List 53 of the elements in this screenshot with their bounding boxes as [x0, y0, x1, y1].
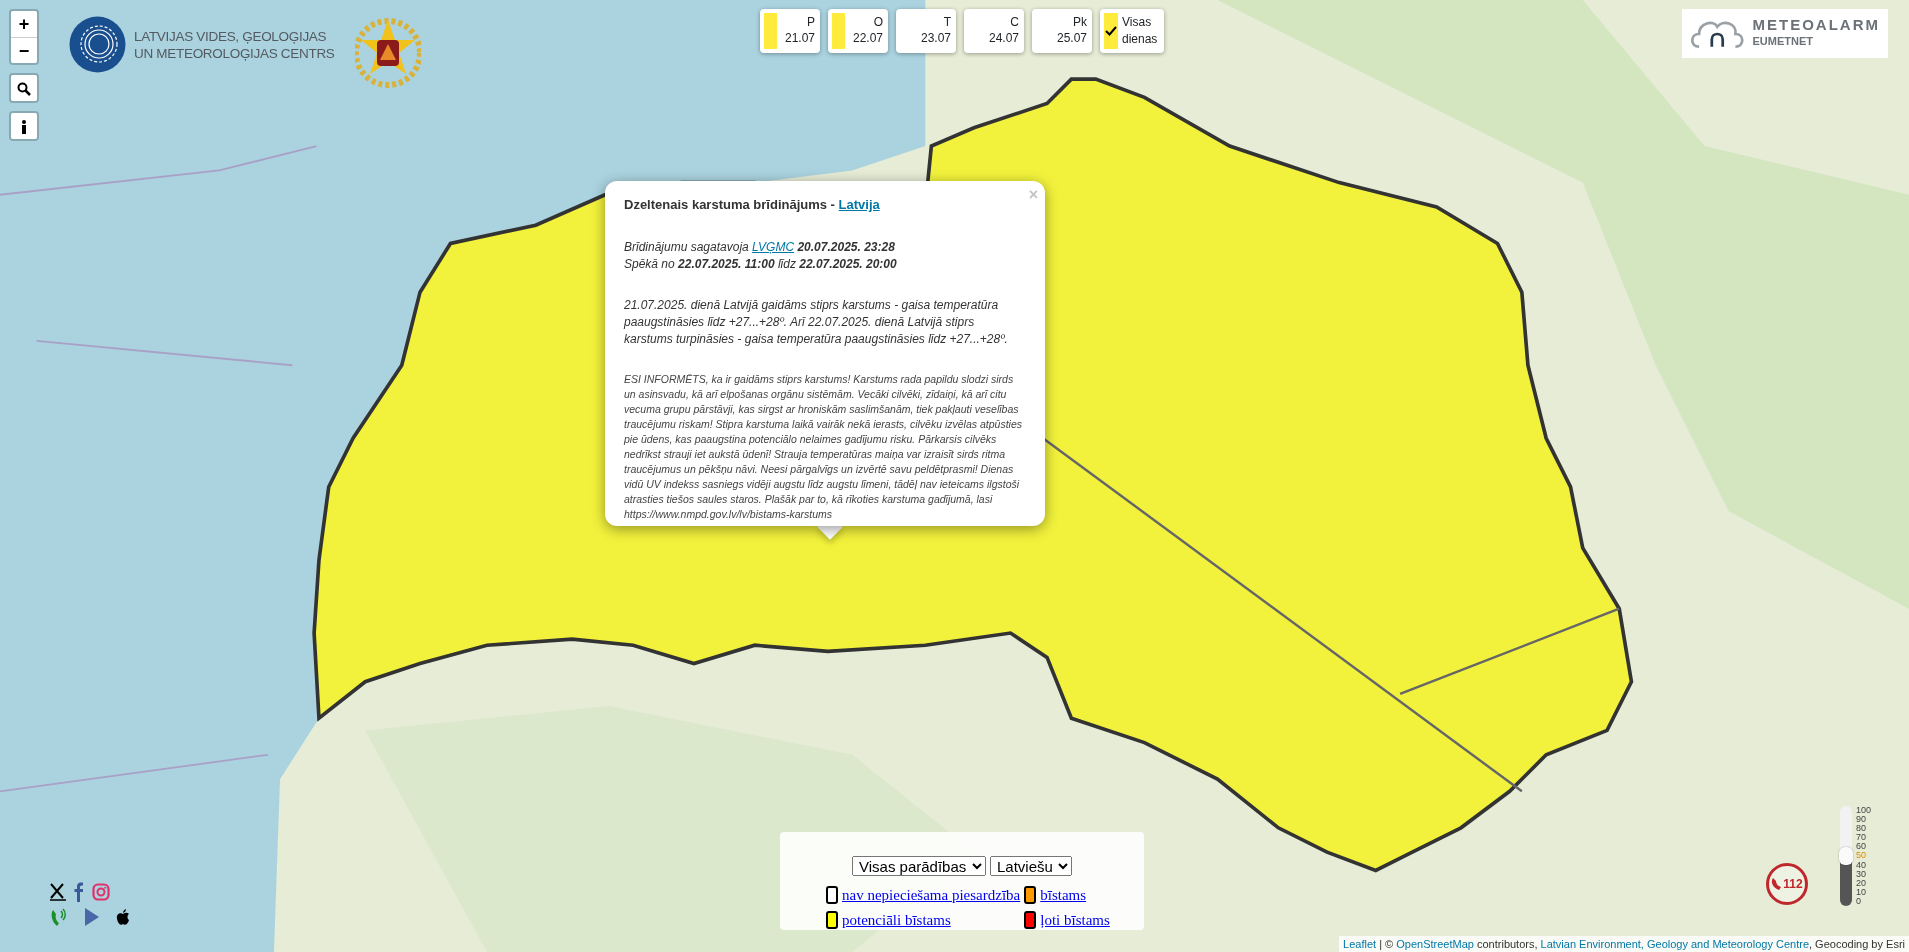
- description-text: 21.07.2025. dienā Latvijā gaidāms stiprs karstums - gaisa temperatūra paaugstināsies līdz +27...+28º. Arī 22.07.2025. dienā Latvijā stiprs karstums turpināsies - gaisa temperatūra paaugstināsies līdz +27...+28º.: [624, 296, 1009, 348]
- day-tab[interactable]: C 24.07: [964, 9, 1024, 53]
- link[interactable]: OpenStreetMap: [1396, 937, 1474, 950]
- legend-link[interactable]: nav nepieciešama piesardzība: [842, 884, 1021, 907]
- popup-title: Dzeltenais karstuma brīdinājums - Latvija: [624, 196, 881, 214]
- link[interactable]: Latvian Environment, Geology and Meteorology Centre: [1540, 937, 1809, 950]
- emergency-number: 112: [1783, 876, 1803, 893]
- advice-text: ESI INFORMĒTS, ka ir gaidāms stiprs karstums! Karstums rada papildu slodzi sirds un asinsvadu, kā arī elpošanas orgānu sistēmām. Vecāki cilvēki, zīdaiņi, kā arī citu vecuma grupu pārstāvji, kas sirgst ar hroniskām saslimšanām, tiek pakļauti veselības traucējumu riskam! Stipra karstuma laikā vairāk nekā ierasts, cilvēku izvēlas atpūsties pie ūdens, kas paaugstina potenciālo nelaimes gadījumu risku. Pārkarsis cilvēks nedrīkst strauji iet aukstā ūdenī! Strauja temperatūras maiņa var izraisīt sirds ritma traucējumus un pēkšņu nāvi. Neesi pārgalvīgs un izvērtē savu peldētprasmi! Dienas vidū UV indekss sasniegs vidēji augstu līdz augstu līmeni, tādēļ nav ieteicams ilgstoši atrasties tiešos saules staros. Plašāk par to, kā rīkoties karstuma gadījumā, lasi https://www.nmpd.gov.lv/lv/bistams-karstums: [624, 371, 1023, 522]
- day-label: O: [872, 14, 883, 30]
- day-date: 25.07: [1055, 30, 1087, 46]
- language-select[interactable]: Latviešu: [990, 856, 1072, 876]
- zoom-out-button[interactable]: −: [11, 37, 37, 63]
- logo-title: METEOALARM: [1752, 17, 1880, 34]
- day-tab[interactable]: Pk 25.07: [1032, 9, 1092, 53]
- scale-label: 100: [1856, 806, 1872, 816]
- emergency-call-button[interactable]: 112: [1766, 863, 1808, 905]
- scale-label: 90: [1856, 815, 1867, 825]
- scale-label: 70: [1856, 833, 1867, 843]
- link[interactable]: LVĢMC: [752, 239, 795, 254]
- agency-name: UN METEOROLOĢIJAS CENTRS: [134, 44, 335, 62]
- scale-label: 40: [1856, 860, 1867, 870]
- validity-text: Spēkā no 22.07.2025. 11:00 līdz 22.07.2025. 20:00: [624, 255, 898, 273]
- day-label: C: [1009, 14, 1019, 30]
- link[interactable]: Latvija: [838, 197, 880, 212]
- issued-text: Brīdinājumu sagatavoja LVĢMC 20.07.2025. 23:28: [624, 238, 896, 256]
- hazard-select[interactable]: Visas parādības: [852, 856, 986, 876]
- day-label: P: [806, 14, 815, 30]
- day-date: 22.07: [851, 30, 883, 46]
- day-label: Pk: [1072, 14, 1087, 30]
- day-tab[interactable]: O 22.07: [828, 9, 888, 53]
- scale-label: 0: [1856, 896, 1862, 907]
- legend-link[interactable]: potenciāli bīstams: [842, 908, 951, 931]
- scale-label: 10: [1856, 887, 1867, 897]
- scale-label: 80: [1856, 824, 1867, 834]
- agency-name: LATVIJAS VIDES, ĢEOLOĢIJAS: [134, 27, 328, 45]
- day-label: T: [942, 14, 951, 30]
- scale-label: 60: [1856, 842, 1867, 852]
- legend-link[interactable]: bīstams: [1040, 884, 1087, 907]
- day-date: 21.07: [783, 30, 815, 46]
- logo-subtitle: EUMETNET: [1752, 34, 1814, 50]
- scale-label: 30: [1856, 869, 1867, 879]
- all-days-toggle[interactable]: Visas dienas: [1100, 9, 1164, 53]
- day-tab[interactable]: P 21.07: [760, 9, 820, 53]
- scale-label: 20: [1856, 878, 1867, 888]
- toggle-label: dienas: [1122, 31, 1158, 48]
- day-date: 23.07: [919, 30, 951, 46]
- day-date: 24.07: [987, 30, 1019, 46]
- zoom-in-button[interactable]: +: [11, 11, 37, 37]
- scale-label: 50: [1856, 851, 1867, 861]
- day-tab[interactable]: T 23.07: [896, 9, 956, 53]
- toggle-label: Visas: [1122, 14, 1153, 31]
- legend-link[interactable]: ļoti bīstams: [1040, 908, 1110, 931]
- link[interactable]: Leaflet: [1343, 937, 1377, 950]
